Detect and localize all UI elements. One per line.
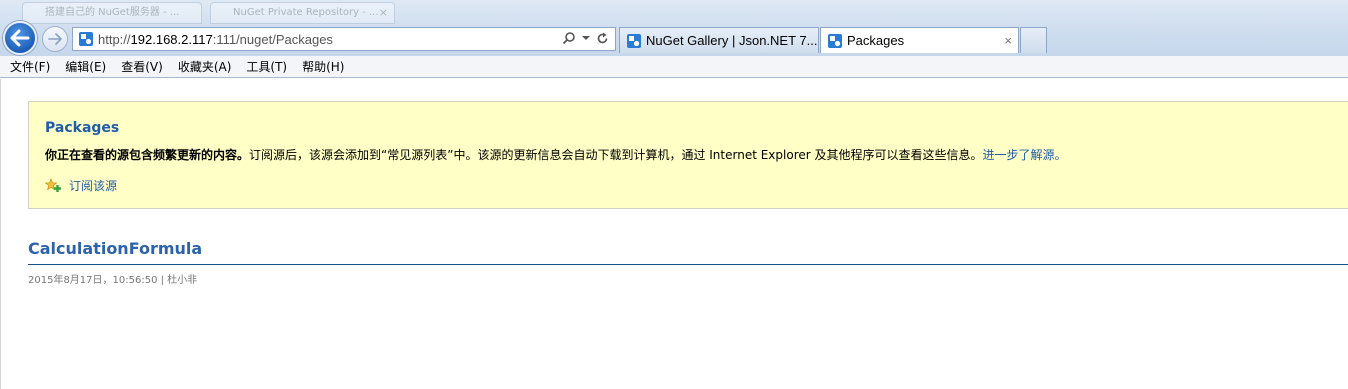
- menu-edit[interactable]: 编辑(E): [59, 57, 112, 77]
- feed-item-divider: [28, 264, 1348, 265]
- tab-label: Packages: [847, 33, 905, 48]
- page-content: Packages 你正在查看的源包含频繁更新的内容。订阅源后，该源会添加到“常见…: [0, 79, 1348, 389]
- menu-help[interactable]: 帮助(H): [296, 57, 350, 77]
- learn-more-link[interactable]: 进一步了解源。: [983, 148, 1067, 162]
- menu-view[interactable]: 查看(V): [115, 57, 169, 77]
- address-bar[interactable]: http://192.168.2.117:111/nuget/Packages: [72, 27, 616, 51]
- arrow-right-icon: [48, 33, 62, 45]
- close-icon[interactable]: ×: [1004, 33, 1012, 48]
- site-favicon-icon: [79, 32, 93, 46]
- tab-label: NuGet Gallery | Json.NET 7....: [646, 33, 819, 48]
- menu-file[interactable]: 文件(F): [4, 57, 56, 77]
- search-icon[interactable]: [562, 31, 576, 45]
- feed-title: Packages: [45, 120, 120, 136]
- site-favicon-icon: [627, 33, 641, 48]
- url-host: 192.168.2.117: [130, 31, 213, 47]
- subscribe-label: 订阅该源: [69, 179, 118, 193]
- feed-description-text: 订阅源后，该源会添加到“常见源列表”中。该源的更新信息会自动下载到计算机，通过 …: [249, 148, 983, 162]
- address-tools: [562, 31, 609, 45]
- feed-banner: Packages 你正在查看的源包含频繁更新的内容。订阅源后，该源会添加到“常见…: [28, 101, 1348, 209]
- back-button[interactable]: [3, 21, 37, 55]
- refresh-icon[interactable]: [596, 32, 609, 45]
- background-tab-label: 搭建自己的 NuGet服务器 - ...: [45, 7, 180, 18]
- url-text[interactable]: http://192.168.2.117:111/nuget/Packages: [98, 32, 333, 47]
- add-favorite-icon: [45, 178, 61, 192]
- feed-item-meta: 2015年8月17日，10:56:50 | 杜小非: [28, 275, 198, 286]
- menu-bar: 文件(F) 编辑(E) 查看(V) 收藏夹(A) 工具(T) 帮助(H): [0, 56, 1348, 78]
- feed-item-title[interactable]: CalculationFormula: [28, 239, 202, 258]
- menu-favorites[interactable]: 收藏夹(A): [172, 57, 238, 77]
- browser-chrome: 搭建自己的 NuGet服务器 - ... NuGet Private Repos…: [0, 0, 1348, 56]
- background-tab-label: NuGet Private Repository - ...: [233, 7, 379, 18]
- site-favicon-icon: [828, 33, 842, 48]
- close-icon[interactable]: ×: [379, 3, 388, 23]
- url-path: :111/nuget/Packages: [212, 31, 333, 47]
- menu-tools[interactable]: 工具(T): [240, 57, 293, 77]
- background-tab-2[interactable]: NuGet Private Repository - ... ×: [210, 2, 395, 24]
- url-prefix: http://: [98, 31, 131, 47]
- tab-nuget-gallery[interactable]: NuGet Gallery | Json.NET 7....: [619, 27, 819, 53]
- dropdown-chevron-icon[interactable]: [582, 35, 590, 41]
- subscribe-link[interactable]: 订阅该源: [45, 177, 117, 194]
- feed-description-bold: 你正在查看的源包含频繁更新的内容。: [45, 148, 250, 162]
- arrow-left-icon: [10, 29, 30, 47]
- forward-button[interactable]: [42, 26, 68, 52]
- tab-packages[interactable]: Packages ×: [820, 27, 1019, 53]
- feed-description: 你正在查看的源包含频繁更新的内容。订阅源后，该源会添加到“常见源列表”中。该源的…: [45, 146, 1067, 163]
- new-tab-button[interactable]: [1020, 27, 1047, 53]
- background-tab-1[interactable]: 搭建自己的 NuGet服务器 - ...: [22, 2, 202, 24]
